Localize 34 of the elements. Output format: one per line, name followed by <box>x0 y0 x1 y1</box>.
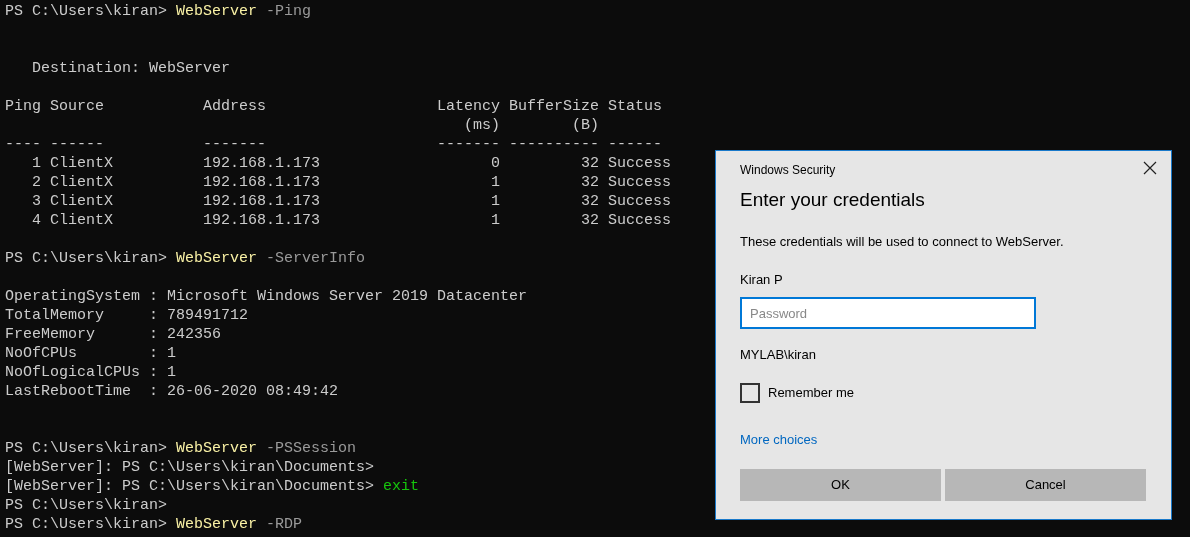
password-field[interactable]: Password <box>740 297 1036 329</box>
terminal-line: FreeMemory : 242356 <box>5 325 222 344</box>
terminal-line: PS C:\Users\kiran> WebServer -ServerInfo <box>5 249 366 268</box>
terminal-line: ---- ------ ------- ------- ---------- ------ <box>5 135 663 154</box>
terminal-line: 2 ClientX 192.168.1.173 1 32 Success <box>31 173 672 192</box>
terminal-line: NoOfLogicalCPUs : 1 <box>5 363 177 382</box>
cancel-button[interactable]: Cancel <box>945 469 1146 501</box>
terminal-line: [WebServer]: PS C:\Users\kiran\Documents> exit <box>5 477 420 496</box>
terminal-line: OperatingSystem : Microsoft Windows Server 2019 Datacenter <box>5 287 528 306</box>
close-button[interactable] <box>1141 159 1159 177</box>
user-name: Kiran P <box>740 270 784 289</box>
window-title: Windows Security <box>740 162 836 179</box>
close-icon <box>1143 161 1157 175</box>
terminal-line: 1 ClientX 192.168.1.173 0 32 Success <box>31 154 672 173</box>
terminal-line: Ping Source Address Latency BufferSize Status <box>5 97 663 116</box>
more-choices-link[interactable]: More choices <box>740 429 818 449</box>
terminal-line: Destination: WebServer <box>31 59 231 78</box>
ok-button[interactable]: OK <box>740 469 941 501</box>
terminal-line: [WebServer]: PS C:\Users\kiran\Documents> <box>5 458 375 477</box>
terminal-line: TotalMemory : 789491712 <box>5 306 249 325</box>
terminal-line: PS C:\Users\kiran> WebServer -PSSession <box>5 439 357 458</box>
terminal-line: PS C:\Users\kiran> WebServer -RDP <box>5 515 303 534</box>
dialog-message: These credentials will be used to connect to WebServer. <box>740 233 1065 251</box>
terminal-line: 4 ClientX 192.168.1.173 1 32 Success <box>31 211 672 230</box>
terminal-line: PS C:\Users\kiran> WebServer -Ping <box>5 2 312 21</box>
terminal-line: PS C:\Users\kiran> <box>5 496 168 515</box>
terminal-line: (ms) (B) <box>463 116 600 135</box>
checkbox-label: Remember me <box>768 383 854 402</box>
account-name: MYLAB\kiran <box>740 346 817 364</box>
dialog-heading: Enter your credentials <box>740 188 926 212</box>
terminal-line: NoOfCPUs : 1 <box>5 344 177 363</box>
checkbox[interactable] <box>740 382 760 403</box>
terminal-line: 3 ClientX 192.168.1.173 1 32 Success <box>31 192 672 211</box>
terminal-line: LastRebootTime : 26-06-2020 08:49:42 <box>5 382 339 401</box>
